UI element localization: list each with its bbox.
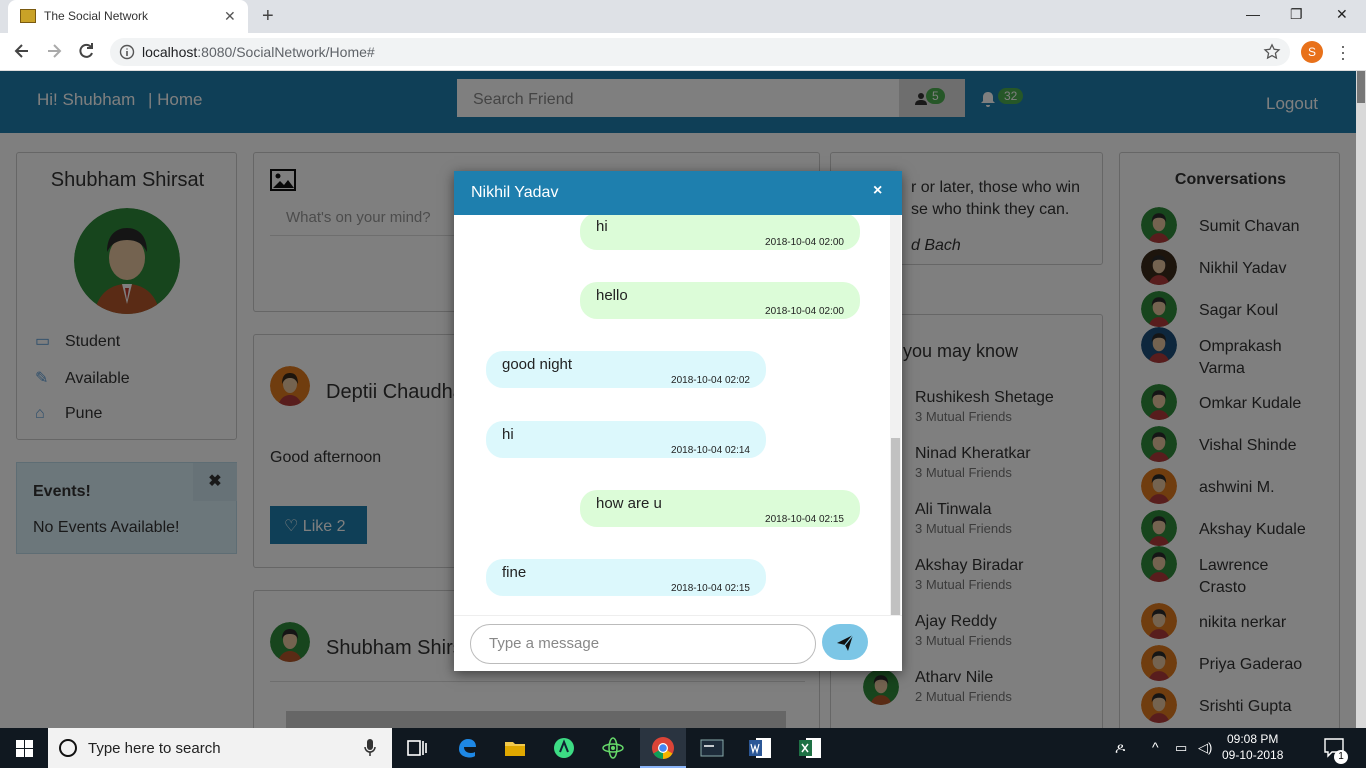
chat-messages: hi 2018-10-04 02:00 hello 2018-10-04 02:00 g… xyxy=(454,215,902,615)
send-icon xyxy=(837,634,854,651)
chat-header: Nikhil Yadav × xyxy=(454,171,902,215)
mysql-workbench-icon[interactable] xyxy=(700,736,724,760)
message-timestamp: 2018-10-04 02:02 xyxy=(671,375,750,386)
incoming-message: good night 2018-10-04 02:02 xyxy=(486,351,766,388)
incoming-message: hi 2018-10-04 02:14 xyxy=(486,421,766,458)
battery-icon[interactable]: ▭ xyxy=(1175,740,1187,756)
atom-icon[interactable] xyxy=(601,736,625,760)
tab-close-icon[interactable]: ✕ xyxy=(224,8,236,25)
taskbar-time: 09:08 PM xyxy=(1227,732,1279,746)
microphone-icon[interactable] xyxy=(364,739,376,757)
message-text: how are u xyxy=(596,495,662,512)
taskbar-search-placeholder: Type here to search xyxy=(88,740,221,757)
notification-count: 1 xyxy=(1334,750,1348,764)
info-icon[interactable] xyxy=(119,44,135,60)
task-view-icon[interactable] xyxy=(405,736,429,760)
windows-start-icon[interactable] xyxy=(16,740,33,757)
cortana-icon xyxy=(58,738,78,758)
edge-icon[interactable] xyxy=(455,736,479,760)
message-text: hello xyxy=(596,287,628,304)
tab-title: The Social Network xyxy=(44,9,149,23)
outgoing-message: hello 2018-10-04 02:00 xyxy=(580,282,860,319)
page-scrollbar-thumb[interactable] xyxy=(1357,71,1365,103)
word-icon[interactable] xyxy=(748,736,772,760)
tray-chevron-icon[interactable]: ^ xyxy=(1152,739,1159,755)
message-timestamp: 2018-10-04 02:15 xyxy=(765,514,844,525)
reload-icon[interactable] xyxy=(76,41,96,61)
send-button[interactable] xyxy=(822,624,868,660)
favicon-icon xyxy=(20,9,36,23)
chat-modal: Nikhil Yadav × hi 2018-10-04 02:00 hello 20… xyxy=(454,171,902,671)
excel-icon[interactable] xyxy=(798,736,822,760)
forward-icon[interactable] xyxy=(44,41,64,61)
taskbar-search[interactable]: Type here to search xyxy=(48,728,392,768)
url-path: :8080/SocialNetwork/Home# xyxy=(197,44,375,60)
chrome-icon[interactable] xyxy=(651,736,675,760)
message-input[interactable]: Type a message xyxy=(470,624,816,664)
browser-profile-avatar[interactable]: S xyxy=(1301,41,1323,63)
message-text: good night xyxy=(502,356,573,373)
file-explorer-icon[interactable] xyxy=(503,736,527,760)
outgoing-message: hi 2018-10-04 02:00 xyxy=(580,215,860,250)
chat-compose: Type a message xyxy=(454,615,902,671)
taskbar-clock[interactable]: 09:08 PM 09-10-2018 xyxy=(1222,731,1283,763)
window-close-button[interactable]: ✕ xyxy=(1336,6,1348,23)
volume-icon[interactable]: ◁) xyxy=(1198,740,1212,756)
url-host: localhost xyxy=(142,44,198,60)
chat-title: Nikhil Yadav xyxy=(471,184,559,201)
browser-menu-icon[interactable]: · · · xyxy=(1340,37,1346,67)
message-text: hi xyxy=(596,218,608,235)
message-text: hi xyxy=(502,426,514,443)
minimize-button[interactable]: — xyxy=(1246,6,1260,22)
people-icon[interactable]: ዶ xyxy=(1115,740,1125,757)
windows-taskbar: Type here to search ዶ ^ ▭ ◁) 09:08 PM 09… xyxy=(0,728,1366,768)
chat-close-button[interactable]: × xyxy=(873,182,882,200)
message-timestamp: 2018-10-04 02:00 xyxy=(765,306,844,317)
message-timestamp: 2018-10-04 02:14 xyxy=(671,445,750,456)
outgoing-message: how are u 2018-10-04 02:15 xyxy=(580,490,860,527)
url-text[interactable]: localhost:8080/SocialNetwork/Home# xyxy=(142,44,375,60)
back-icon[interactable] xyxy=(12,41,32,61)
new-tab-button[interactable]: + xyxy=(262,5,274,28)
incoming-message: fine 2018-10-04 02:15 xyxy=(486,559,766,596)
bookmark-star-icon[interactable] xyxy=(1263,43,1281,61)
message-timestamp: 2018-10-04 02:15 xyxy=(671,583,750,594)
taskbar-date: 09-10-2018 xyxy=(1222,748,1284,762)
message-timestamp: 2018-10-04 02:00 xyxy=(765,237,844,248)
page-scrollbar[interactable] xyxy=(1356,71,1366,728)
maximize-button[interactable]: ❐ xyxy=(1290,6,1303,23)
message-text: fine xyxy=(502,564,527,581)
android-studio-icon[interactable] xyxy=(552,736,576,760)
